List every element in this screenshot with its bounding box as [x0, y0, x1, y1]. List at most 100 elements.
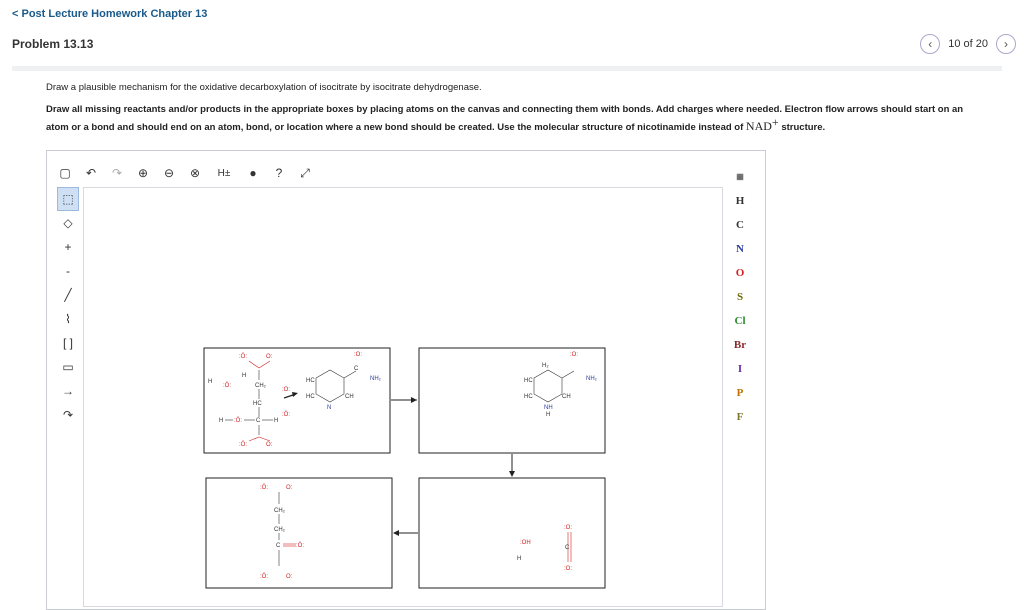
b1-ring-hc2: HC: [306, 394, 315, 400]
reaction-box-1[interactable]: [203, 347, 391, 454]
arrow-2-to-4-head: [509, 471, 515, 477]
b3-o-bot: :Ö:: [260, 573, 268, 580]
b1-c: C: [256, 418, 261, 424]
header: < Post Lecture Homework Chapter 13 Probl…: [0, 0, 1024, 66]
element-h-button[interactable]: H: [725, 189, 755, 213]
single-bond-icon[interactable]: ╱: [57, 283, 79, 307]
new-document-icon[interactable]: ▢: [57, 165, 73, 181]
b1-water-h2: H: [242, 373, 246, 379]
b3-o-top2: O:: [286, 485, 293, 491]
b1-o-top2: O:: [266, 354, 273, 360]
b2-ring-hc2: HC: [524, 394, 533, 400]
b1-o-bot2: O:: [266, 442, 273, 448]
problem-content: Draw a plausible mechanism for the oxida…: [46, 78, 976, 134]
instructions-main: Draw all missing reactants and/or produc…: [46, 104, 964, 134]
b4-c: C: [565, 545, 570, 551]
b2-h2: H₂: [542, 363, 549, 369]
drawing-canvas[interactable]: :Ö: O: H :Ö: H CH₂ HC :O: :Ö: H :Ö: C H: [83, 187, 723, 607]
problem-title: Problem 13.13: [12, 37, 94, 51]
b3-c-mid: C: [276, 543, 281, 549]
element-o-button[interactable]: O: [725, 261, 755, 285]
zoom-reset-icon[interactable]: ⊗: [187, 165, 203, 181]
curved-arrow-icon[interactable]: ↷: [57, 403, 79, 427]
minus-charge-icon[interactable]: -: [57, 259, 79, 283]
divider: [12, 66, 1002, 71]
b2-ring-nh: NH: [544, 405, 553, 411]
reaction-box-3[interactable]: [205, 477, 393, 589]
element-n-button[interactable]: N: [725, 237, 755, 261]
element-p-button[interactable]: P: [725, 381, 755, 405]
rectangle-icon[interactable]: ▭: [57, 355, 79, 379]
chain-icon[interactable]: ⌇: [57, 307, 79, 331]
intro-text: Draw a plausible mechanism for the oxida…: [46, 82, 482, 93]
b1-carbonyl-o: :O:: [354, 352, 362, 358]
left-toolbar: ⬚ ◇ + - ╱ ⌇ [ ] ▭ → ↷: [57, 187, 79, 427]
help-icon[interactable]: ?: [271, 165, 287, 181]
b4-o1: :O:: [564, 525, 572, 531]
element-palette: ▦ H C N O S Cl Br I P F: [725, 165, 755, 429]
undo-icon[interactable]: ↶: [83, 165, 99, 181]
b1-water-o: :Ö:: [223, 382, 231, 389]
reaction-box-4[interactable]: [418, 477, 606, 589]
b2-nh2: NH₂: [586, 376, 598, 382]
b3-o-bot2: O:: [286, 574, 293, 580]
b1-nh2: NH₂: [370, 376, 382, 382]
b3-ch2-1: CH₂: [274, 508, 286, 514]
molecule-editor: ▢ ↶ ↷ ⊕ ⊖ ⊗ H± ● ? ⤢ ⬚ ◇ + - ╱ ⌇ [ ] ▭ →…: [46, 150, 766, 610]
plus-charge-icon[interactable]: +: [57, 235, 79, 259]
b1-o-bot: :Ö:: [239, 441, 247, 448]
pager: ‹ 10 of 20 ›: [920, 34, 1016, 54]
b4-o2: :O:: [564, 566, 572, 572]
b4-h: H: [517, 556, 521, 562]
b1-ring-ch: CH: [345, 394, 354, 400]
reaction-box-2[interactable]: [418, 347, 606, 454]
selection-tool-icon[interactable]: ⬚: [57, 187, 79, 211]
periodic-table-icon[interactable]: ▦: [725, 165, 755, 189]
b1-hc: HC: [253, 401, 262, 407]
b3-o-top: :Ö:: [260, 484, 268, 491]
pager-text: 10 of 20: [948, 38, 988, 50]
chevron-right-icon[interactable]: ›: [996, 34, 1016, 54]
back-link[interactable]: < Post Lecture Homework Chapter 13: [12, 8, 207, 20]
h-toggle-button[interactable]: H±: [213, 165, 235, 181]
element-cl-button[interactable]: Cl: [725, 309, 755, 333]
chevron-left-icon[interactable]: ‹: [920, 34, 941, 54]
editor-toolbar: ▢ ↶ ↷ ⊕ ⊖ ⊗ H± ● ? ⤢: [57, 161, 313, 185]
info-icon[interactable]: ●: [245, 165, 261, 181]
element-s-button[interactable]: S: [725, 285, 755, 309]
b4-oh: :OH: [520, 540, 531, 546]
b2-ring-hc1: HC: [524, 378, 533, 384]
b3-ch2-2: CH₂: [274, 527, 286, 533]
zoom-out-icon[interactable]: ⊖: [161, 165, 177, 181]
b1-h-left: H: [219, 418, 223, 424]
nad-charge: +: [771, 115, 779, 129]
mechanism-svg: :Ö: O: H :Ö: H CH₂ HC :O: :Ö: H :Ö: C H: [203, 347, 606, 589]
element-i-button[interactable]: I: [725, 357, 755, 381]
arrow-icon[interactable]: →: [57, 379, 79, 403]
b1-ring-c: C: [354, 366, 359, 372]
nad-label: NAD: [745, 119, 772, 134]
fullscreen-icon[interactable]: ⤢: [297, 165, 313, 181]
b2-ring-ch: CH: [562, 394, 571, 400]
arrow-1-to-2-head: [411, 397, 417, 403]
element-br-button[interactable]: Br: [725, 333, 755, 357]
element-c-button[interactable]: C: [725, 213, 755, 237]
b2-carbonyl-o: :O:: [570, 352, 578, 358]
b2-ring-h: H: [546, 412, 550, 418]
b1-ring-n: N: [327, 405, 331, 411]
b1-h-right: H: [274, 418, 278, 424]
arrow-4-to-3-head: [393, 530, 399, 536]
b1-o-top: :Ö:: [239, 353, 247, 360]
b1-o-left: :Ö:: [234, 417, 242, 424]
instructions-end: structure.: [781, 122, 826, 134]
eraser-icon[interactable]: ◇: [57, 211, 79, 235]
instructions-text: Draw all missing reactants and/or produc…: [46, 103, 976, 134]
element-f-button[interactable]: F: [725, 405, 755, 429]
zoom-in-icon[interactable]: ⊕: [135, 165, 151, 181]
b1-ring-hc1: HC: [306, 378, 315, 384]
bracket-icon[interactable]: [ ]: [57, 331, 79, 355]
b1-o-mid2: :Ö:: [282, 411, 290, 418]
redo-icon[interactable]: ↷: [109, 165, 125, 181]
b1-water-h: H: [208, 379, 212, 385]
b3-o-mid: :Ö:: [296, 542, 304, 549]
